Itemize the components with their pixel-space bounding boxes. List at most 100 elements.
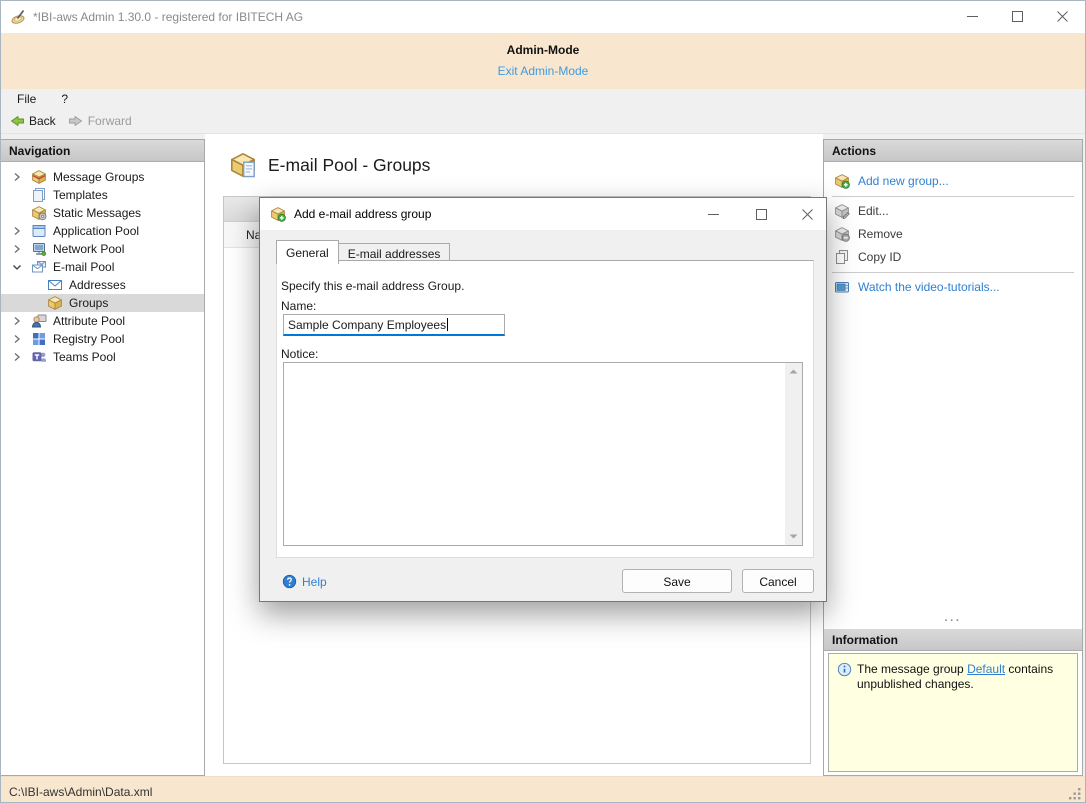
window-maximize-button[interactable] (995, 1, 1040, 31)
remove-group-icon (834, 226, 850, 242)
groups-icon (47, 295, 63, 311)
window-minimize-button[interactable] (950, 1, 995, 31)
menu-bar: File ? (1, 89, 1085, 109)
name-label: Name: (281, 299, 316, 313)
dialog-titlebar: Add e-mail address group (260, 198, 826, 230)
action-remove[interactable]: Remove (824, 223, 1082, 245)
scroll-down-icon[interactable] (788, 531, 799, 542)
text-caret (447, 318, 448, 331)
back-arrow-icon (9, 113, 25, 129)
tree-item-groups[interactable]: Groups (1, 294, 204, 312)
window-title: *IBI-aws Admin 1.30.0 - registered for I… (33, 10, 303, 24)
cancel-button[interactable]: Cancel (742, 569, 814, 593)
teams-pool-icon (31, 349, 47, 365)
action-copy-id[interactable]: Copy ID (824, 246, 1082, 268)
help-link[interactable]: Help (282, 574, 327, 589)
tree-item-application-pool[interactable]: Application Pool (1, 222, 204, 240)
admin-mode-title: Admin-Mode (1, 43, 1085, 57)
chevron-right-icon[interactable] (9, 313, 25, 329)
panel-splitter-handle[interactable]: ··· (824, 614, 1082, 628)
page-heading: E-mail Pool - Groups (229, 151, 430, 179)
chevron-right-icon[interactable] (9, 241, 25, 257)
copy-id-icon (834, 249, 850, 265)
network-pool-icon (31, 241, 47, 257)
forward-label: Forward (88, 114, 132, 128)
back-button[interactable]: Back (3, 111, 62, 131)
chevron-right-icon[interactable] (9, 223, 25, 239)
tree-item-attribute-pool[interactable]: Attribute Pool (1, 312, 204, 330)
menu-help[interactable]: ? (52, 90, 77, 108)
dialog-close-button[interactable] (788, 201, 826, 227)
add-email-address-group-dialog: Add e-mail address group General E-mail … (259, 197, 827, 602)
templates-icon (31, 187, 47, 203)
message-groups-icon (31, 169, 47, 185)
textarea-scrollbar[interactable] (785, 363, 802, 545)
forward-arrow-icon (68, 113, 84, 129)
resize-grip[interactable] (1068, 787, 1082, 801)
actions-separator (832, 196, 1074, 197)
tree-item-registry-pool[interactable]: Registry Pool (1, 330, 204, 348)
tree-item-network-pool[interactable]: Network Pool (1, 240, 204, 258)
close-icon (802, 209, 813, 220)
navigation-panel: Navigation Message Groups Templates Stat… (1, 139, 205, 776)
add-group-dialog-icon (270, 206, 286, 222)
window-titlebar: *IBI-aws Admin 1.30.0 - registered for I… (1, 1, 1085, 33)
back-label: Back (29, 114, 56, 128)
exit-admin-mode-link[interactable]: Exit Admin-Mode (498, 64, 589, 78)
action-edit[interactable]: Edit... (824, 200, 1082, 222)
data-file-path: C:\IBI-aws\Admin\Data.xml (9, 785, 152, 799)
app-window: *IBI-aws Admin 1.30.0 - registered for I… (0, 0, 1086, 803)
chevron-right-icon[interactable] (9, 169, 25, 185)
static-messages-icon (31, 205, 47, 221)
email-pool-groups-icon (229, 151, 257, 179)
dialog-title: Add e-mail address group (294, 207, 431, 221)
edit-group-icon (834, 203, 850, 219)
tree-item-email-pool[interactable]: E-mail Pool (1, 258, 204, 276)
dialog-minimize-button[interactable] (694, 201, 732, 227)
notice-label: Notice: (281, 347, 318, 361)
tab-general-panel: Specify this e-mail address Group. Name:… (276, 260, 814, 558)
attribute-pool-icon (31, 313, 47, 329)
tv-icon (834, 279, 850, 295)
app-icon (10, 9, 27, 26)
add-group-icon (834, 173, 850, 189)
information-box: The message group Default contains unpub… (828, 653, 1078, 772)
tree-item-teams-pool[interactable]: Teams Pool (1, 348, 204, 366)
tree-item-static-messages[interactable]: Static Messages (1, 204, 204, 222)
navigation-tree: Message Groups Templates Static Messages… (1, 162, 204, 366)
menu-file[interactable]: File (8, 90, 45, 108)
right-sidebar: Actions Add new group... Edit... Remove … (823, 139, 1083, 776)
page-title: E-mail Pool - Groups (268, 155, 430, 176)
action-watch-video-tutorials[interactable]: Watch the video-tutorials... (824, 276, 1082, 298)
scroll-up-icon[interactable] (788, 366, 799, 377)
tree-item-message-groups[interactable]: Message Groups (1, 168, 204, 186)
window-close-button[interactable] (1040, 1, 1085, 31)
chevron-right-icon[interactable] (9, 331, 25, 347)
chevron-down-icon[interactable] (9, 259, 25, 275)
maximize-icon (1012, 11, 1023, 22)
application-pool-icon (31, 223, 47, 239)
default-group-link[interactable]: Default (967, 662, 1005, 676)
dialog-footer: Help Save Cancel (260, 563, 826, 603)
dialog-description: Specify this e-mail address Group. (281, 279, 464, 293)
notice-textarea[interactable] (283, 362, 803, 546)
admin-mode-banner: Admin-Mode Exit Admin-Mode (1, 33, 1085, 89)
navigation-header: Navigation (1, 140, 204, 162)
forward-button[interactable]: Forward (62, 111, 138, 131)
tree-item-addresses[interactable]: Addresses (1, 276, 204, 294)
dialog-maximize-button[interactable] (742, 201, 780, 227)
tree-item-templates[interactable]: Templates (1, 186, 204, 204)
action-add-new-group[interactable]: Add new group... (824, 170, 1082, 192)
group-name-input[interactable]: Sample Company Employees (283, 314, 505, 336)
help-icon (282, 574, 297, 589)
email-pool-icon (31, 259, 47, 275)
maximize-icon (756, 209, 767, 220)
addresses-icon (47, 277, 63, 293)
toolbar: Back Forward (1, 109, 1085, 134)
registry-pool-icon (31, 331, 47, 347)
close-icon (1057, 11, 1068, 22)
chevron-right-icon[interactable] (9, 349, 25, 365)
save-button[interactable]: Save (622, 569, 732, 593)
actions-separator (832, 272, 1074, 273)
tab-general[interactable]: General (276, 240, 339, 264)
